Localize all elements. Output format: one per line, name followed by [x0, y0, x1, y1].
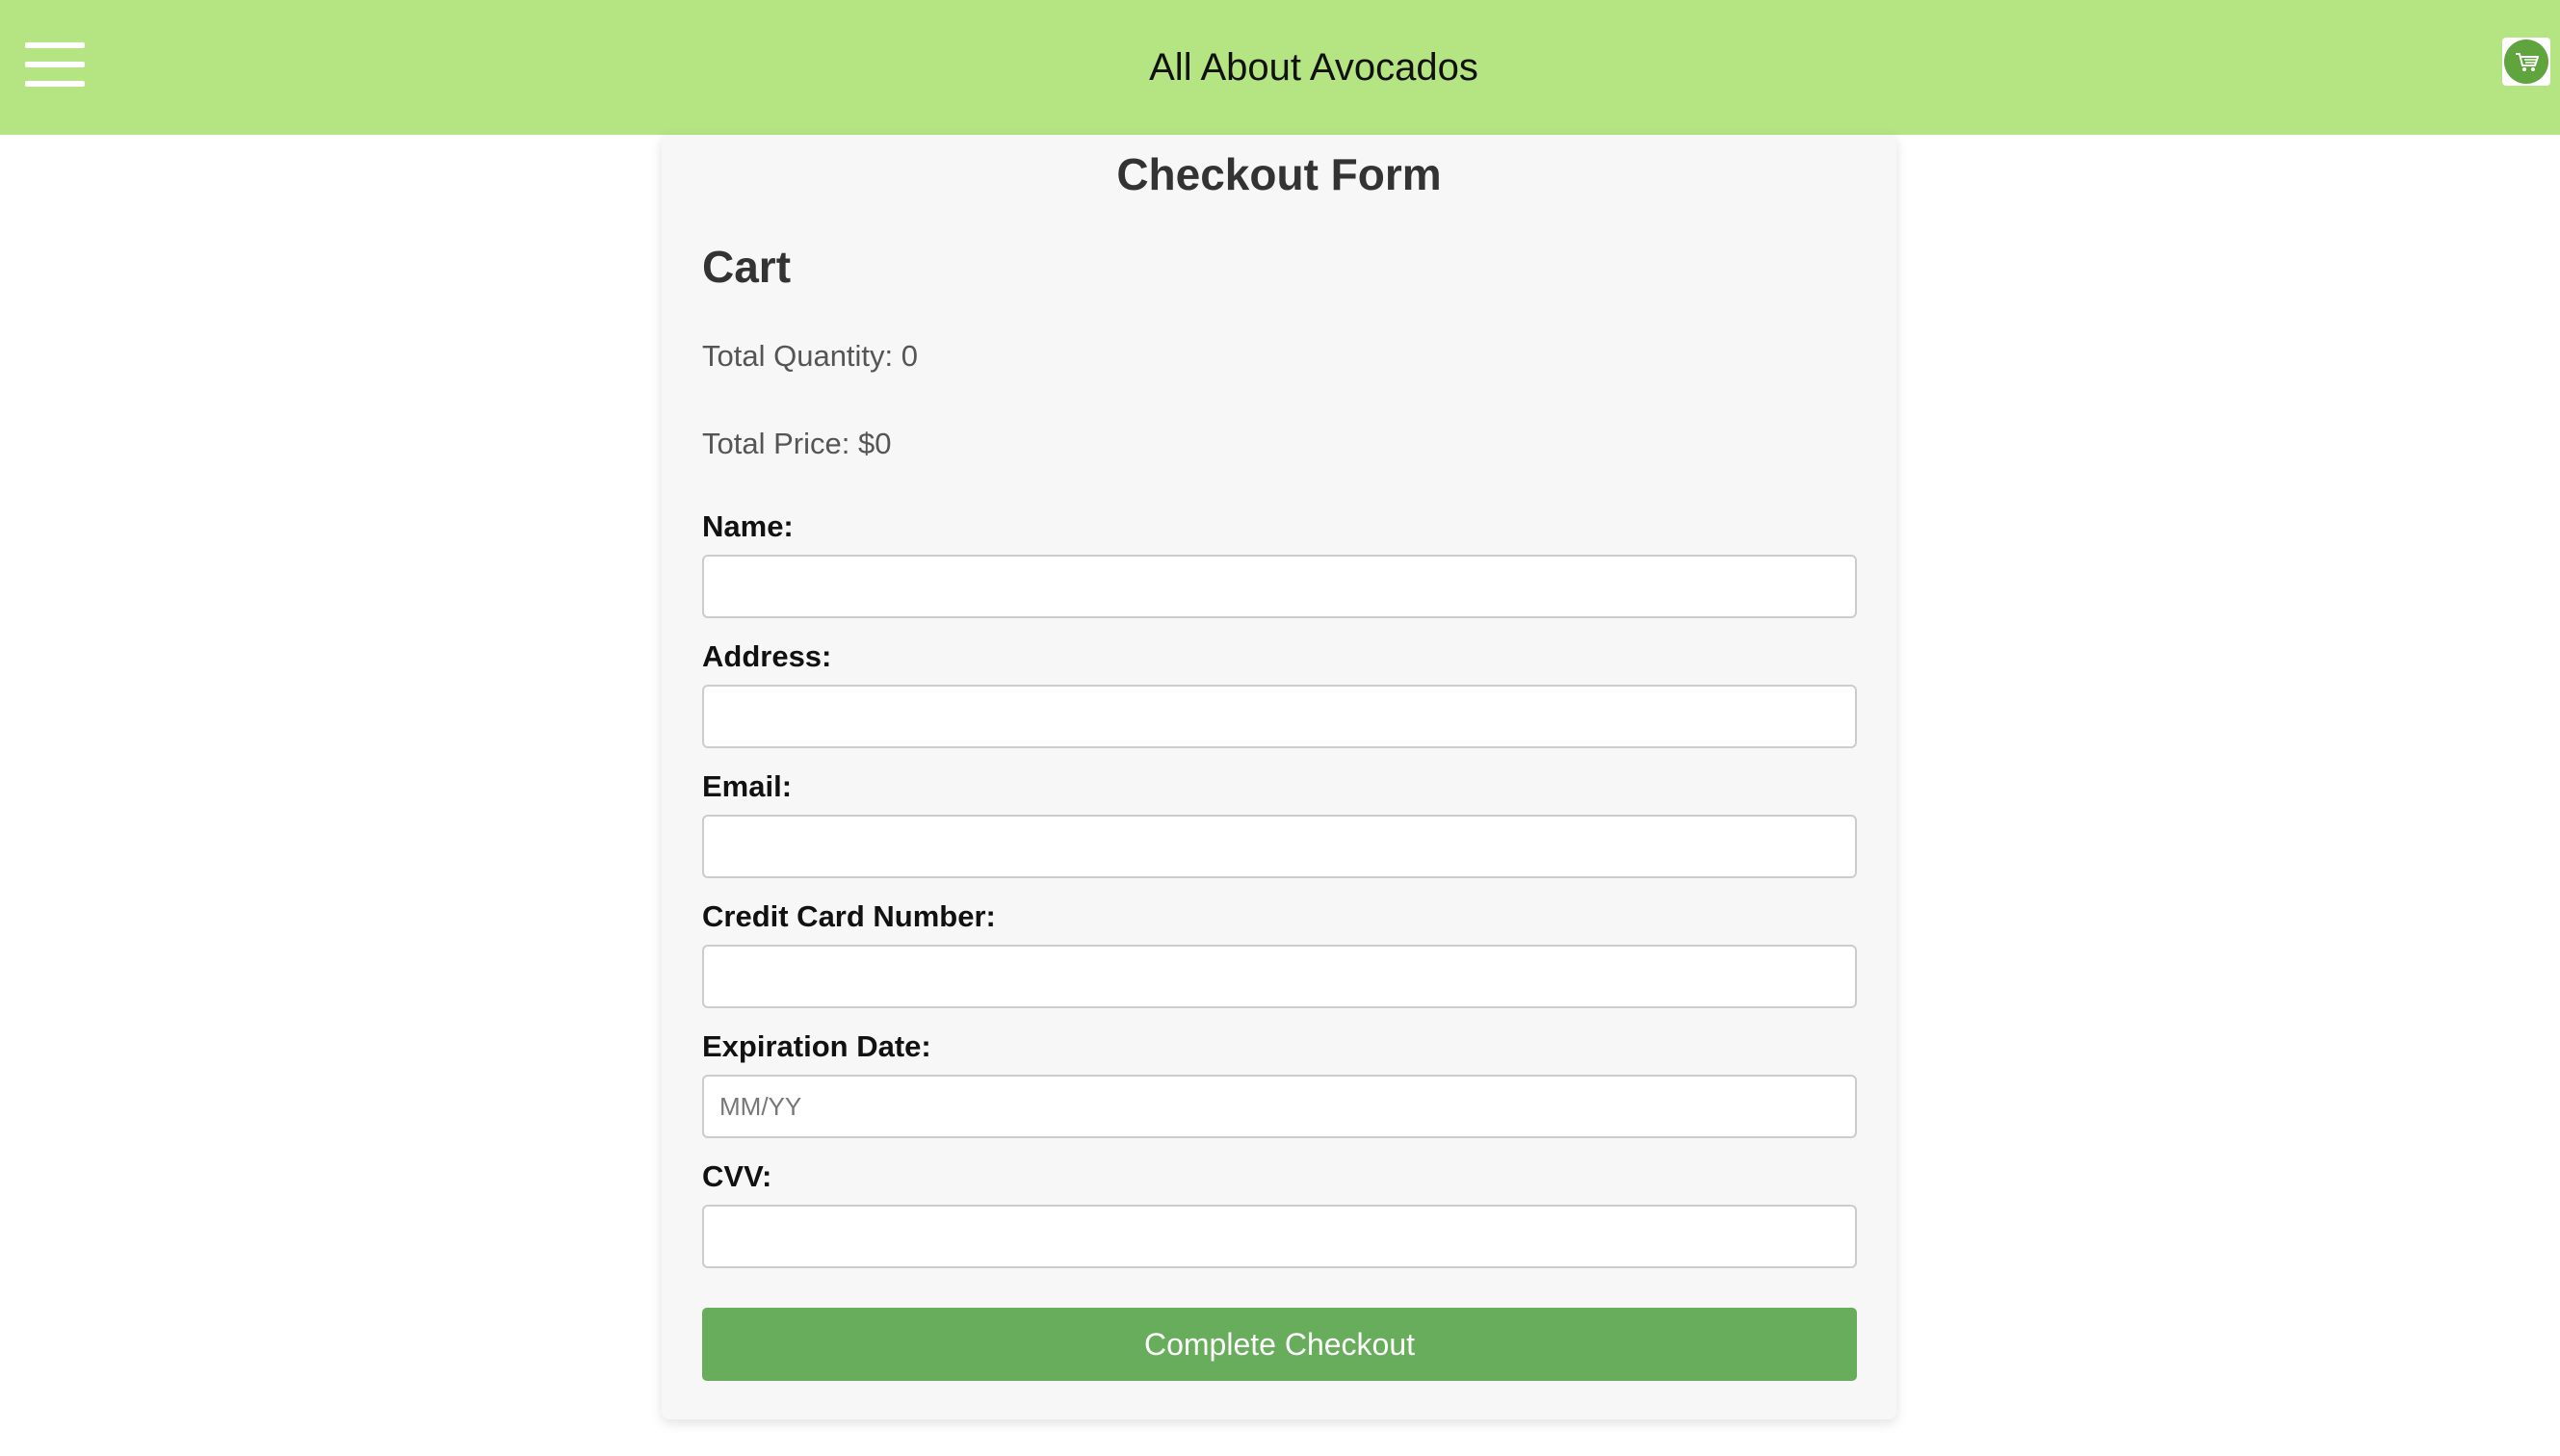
- site-header: All About Avocados: [0, 0, 2560, 135]
- checkout-form: Checkout Form Cart Total Quantity: 0 Tot…: [662, 135, 1896, 1419]
- shopping-cart-icon: [2504, 39, 2548, 84]
- complete-checkout-button[interactable]: Complete Checkout: [702, 1308, 1857, 1381]
- hamburger-menu-icon[interactable]: [25, 42, 85, 87]
- cart-button[interactable]: [2502, 38, 2550, 86]
- address-label: Address:: [702, 639, 832, 673]
- site-title: All About Avocados: [1149, 46, 1478, 89]
- site-title-wrap: All About Avocados: [0, 0, 2560, 135]
- card-number-input[interactable]: [702, 945, 1857, 1008]
- expiration-input[interactable]: [702, 1075, 1857, 1138]
- total-quantity: Total Quantity: 0: [702, 339, 919, 373]
- cvv-input[interactable]: [702, 1205, 1857, 1268]
- total-price: Total Price: $0: [702, 427, 892, 460]
- card-number-label: Credit Card Number:: [702, 899, 996, 933]
- address-input[interactable]: [702, 685, 1857, 748]
- cart-heading: Cart: [702, 242, 792, 292]
- form-title: Checkout Form: [1116, 149, 1442, 199]
- name-input[interactable]: [702, 555, 1857, 618]
- email-input[interactable]: [702, 815, 1857, 878]
- name-label: Name:: [702, 509, 794, 543]
- expiration-label: Expiration Date:: [702, 1029, 931, 1063]
- email-label: Email:: [702, 769, 793, 803]
- cvv-label: CVV:: [702, 1159, 772, 1193]
